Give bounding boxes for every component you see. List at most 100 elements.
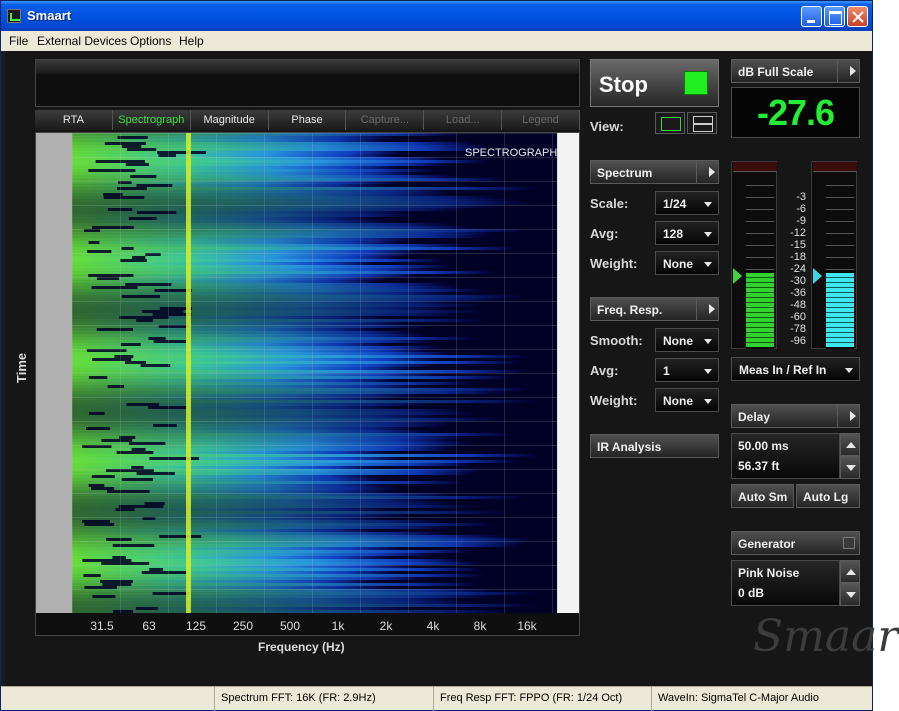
delay-down-button[interactable] (840, 456, 860, 479)
view-label: View: (590, 119, 624, 134)
delay-arrow[interactable] (837, 405, 859, 427)
meas-pointer-icon[interactable] (733, 268, 742, 284)
y-axis-label: Time (14, 352, 29, 383)
maximize-button[interactable] (824, 6, 845, 27)
view-split-icon[interactable] (687, 112, 717, 134)
freq-resp-avg-value: 1 (663, 364, 670, 378)
delay-ft: 56.37 ft (738, 459, 780, 473)
meter-scale-label: -36 (790, 287, 806, 299)
menu-options[interactable]: Options (130, 34, 171, 48)
delay-readout[interactable]: 50.00 ms 56.37 ft (731, 433, 840, 479)
meas-clip-indicator (733, 162, 777, 172)
spectrograph-plot[interactable]: SPECTROGRAPH [INS 31.5 63 125 250 500 1k… (35, 132, 580, 636)
main-panel: RTA Spectrograph Magnitude Phase Capture… (5, 51, 899, 686)
freq-resp-arrow[interactable] (696, 298, 718, 320)
spectrum-weight-value: None (663, 257, 693, 271)
stop-button[interactable]: Stop (590, 59, 719, 107)
ref-pointer-icon[interactable] (813, 268, 822, 284)
tab-load[interactable]: Load... (424, 110, 503, 130)
level-readout: -27.6 (731, 87, 860, 138)
db-full-scale-button[interactable]: dB Full Scale (731, 59, 860, 83)
db-full-scale-arrow[interactable] (837, 60, 859, 82)
meter-scale-label: -78 (790, 323, 806, 335)
tab-magnitude[interactable]: Magnitude (190, 110, 269, 130)
arrow-right-icon (709, 304, 715, 314)
menu-file[interactable]: File (9, 34, 28, 48)
spectrograph-overlay-label: SPECTROGRAPH [INS (465, 147, 558, 159)
spectrum-button[interactable]: Spectrum (590, 160, 719, 184)
generator-toggle-icon[interactable] (843, 537, 855, 549)
ir-analysis-button[interactable]: IR Analysis (590, 434, 719, 458)
delay-ms: 50.00 ms (738, 439, 789, 453)
meter-scale-label: -18 (790, 251, 806, 263)
meas-level-bar (746, 273, 774, 347)
x-tick: 2k (379, 619, 393, 633)
spectrum-scale-select[interactable]: 1/24 (655, 191, 719, 215)
meter-scale: -3 -6 -9 -12 -15 -18 -24 -30 -36 -48 -60 -78 -96 (780, 191, 806, 347)
spectrum-avg-value: 128 (663, 227, 684, 241)
auto-lg-button[interactable]: Auto Lg (796, 484, 860, 508)
x-tick: 500 (279, 619, 301, 633)
meas-meter (731, 161, 777, 349)
arrow-right-icon (850, 66, 856, 76)
ir-analysis-label: IR Analysis (597, 440, 662, 454)
app-icon[interactable] (7, 9, 21, 23)
generator-button[interactable]: Generator (731, 531, 860, 555)
generator-up-button[interactable] (840, 560, 860, 583)
spectrum-arrow[interactable] (696, 161, 718, 183)
freq-resp-smooth-value: None (663, 334, 693, 348)
close-button[interactable] (847, 6, 868, 27)
freq-resp-weight-select[interactable]: None (655, 388, 719, 412)
arrow-right-icon (709, 167, 715, 177)
spectrum-weight-label: Weight: (590, 256, 638, 271)
meter-scale-label: -3 (796, 191, 806, 203)
title-bar[interactable]: Smaart (1, 1, 872, 31)
delay-label: Delay (738, 410, 771, 424)
level-value: -27.6 (756, 92, 835, 133)
minimize-button[interactable] (801, 6, 822, 27)
meter-scale-label: -24 (790, 263, 806, 275)
generator-readout[interactable]: Pink Noise 0 dB (731, 560, 840, 606)
freq-resp-smooth-label: Smooth: (590, 333, 643, 348)
tab-capture[interactable]: Capture... (346, 110, 425, 130)
meter-scale-label: -48 (790, 299, 806, 311)
spectrograph-image[interactable]: SPECTROGRAPH [INS (72, 133, 558, 613)
tab-phase[interactable]: Phase (268, 110, 347, 130)
meter-scale-label: -9 (796, 215, 806, 227)
freq-resp-weight-label: Weight: (590, 393, 638, 408)
spectrum-label: Spectrum (597, 166, 653, 180)
app-window: Smaart File External Devices Options Hel… (0, 0, 899, 711)
freq-resp-button[interactable]: Freq. Resp. (590, 297, 719, 321)
menu-help[interactable]: Help (179, 34, 204, 48)
spectrum-scale-label: Scale: (590, 196, 629, 211)
generator-down-button[interactable] (840, 583, 860, 606)
x-tick: 250 (232, 619, 254, 633)
plot-header-bar (35, 59, 580, 107)
freq-resp-avg-label: Avg: (590, 363, 619, 378)
spectrum-avg-select[interactable]: 128 (655, 221, 719, 245)
frequency-axis: 31.5 63 125 250 500 1k 2k 4k 8k 16k (36, 613, 579, 635)
auto-sm-button[interactable]: Auto Sm (731, 484, 794, 508)
input-select[interactable]: Meas In / Ref In (731, 357, 860, 381)
status-freq-resp-fft: Freq Resp FFT: FPPO (FR: 1/24 Oct) (433, 687, 622, 711)
freq-resp-avg-select[interactable]: 1 (655, 358, 719, 382)
x-axis-label: Frequency (Hz) (258, 640, 345, 654)
delay-button[interactable]: Delay (731, 404, 860, 428)
view-single-icon[interactable] (655, 112, 685, 134)
delay-up-button[interactable] (840, 433, 860, 456)
spectrum-weight-select[interactable]: None (655, 251, 719, 275)
freq-resp-smooth-select[interactable]: None (655, 328, 719, 352)
status-spectrum-fft: Spectrum FFT: 16K (FR: 2.9Hz) (214, 687, 376, 711)
x-tick: 125 (185, 619, 207, 633)
input-select-value: Meas In / Ref In (739, 363, 827, 377)
ref-level-bar (826, 273, 854, 347)
window-title: Smaart (27, 8, 72, 23)
tab-rta[interactable]: RTA (35, 110, 113, 130)
tab-legend[interactable]: Legend (502, 110, 581, 130)
x-tick: 16k (517, 619, 537, 633)
plot-left-margin (36, 133, 72, 635)
tab-spectrograph[interactable]: Spectrograph (112, 110, 191, 130)
generator-signal: Pink Noise (738, 566, 800, 580)
smaart-logo: Smaart (753, 611, 899, 662)
menu-external-devices[interactable]: External Devices (37, 34, 127, 48)
